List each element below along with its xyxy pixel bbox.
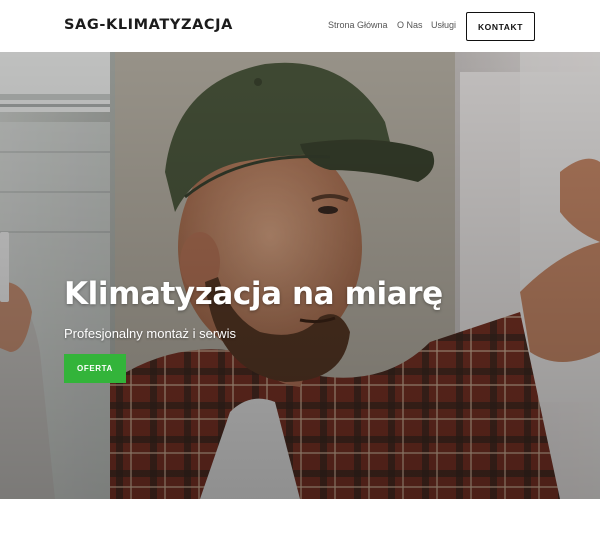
nav-link-home[interactable]: Strona Główna xyxy=(328,20,388,30)
site-header: SAG-KLIMATYZACJA Strona Główna O Nas Usł… xyxy=(0,0,600,52)
nav-link-about[interactable]: O Nas xyxy=(397,20,423,30)
brand-logo[interactable]: SAG-KLIMATYZACJA xyxy=(64,17,233,33)
nav-link-services[interactable]: Usługi xyxy=(431,20,456,30)
offer-button[interactable]: OFERTA xyxy=(64,354,126,383)
hero-title: Klimatyzacja na miarę xyxy=(64,276,443,312)
contact-button[interactable]: KONTAKT xyxy=(466,12,535,41)
page-bottom-area xyxy=(0,499,600,560)
hero-subtitle: Profesjonalny montaż i serwis xyxy=(64,326,236,341)
hero-section: Klimatyzacja na miarę Profesjonalny mont… xyxy=(0,52,600,499)
